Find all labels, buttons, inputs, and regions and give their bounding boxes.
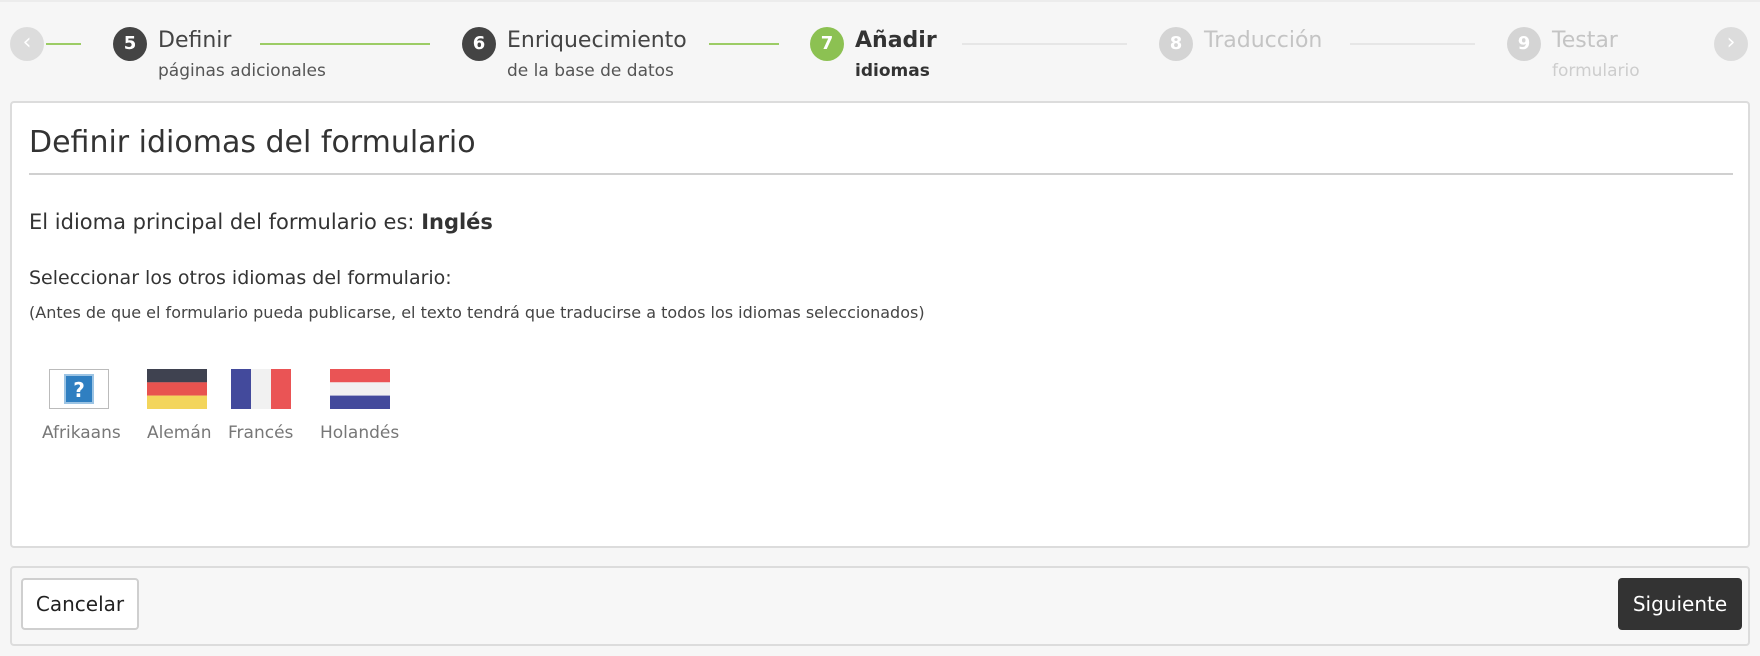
step-title: Testar — [1552, 28, 1618, 53]
main-language-prefix: El idioma principal del formulario es: — [29, 210, 415, 234]
main-language-text: El idioma principal del formulario es: I… — [29, 210, 493, 234]
language-name: Alemán — [147, 423, 212, 443]
step-number: 6 — [462, 27, 496, 61]
next-button[interactable]: Siguiente — [1618, 578, 1742, 630]
step-number: 9 — [1507, 27, 1541, 61]
step-connector — [1350, 43, 1475, 45]
wizard-stepper: ‹ 5 Definir páginas adicionales 6 Enriqu… — [0, 0, 1760, 96]
step-connector — [46, 43, 81, 45]
step-subtitle: idiomas — [855, 61, 930, 81]
step-number: 5 — [113, 27, 147, 61]
step-title: Añadir — [855, 28, 937, 53]
select-languages-note: (Antes de que el formulario pueda public… — [29, 303, 925, 322]
cancel-button[interactable]: Cancelar — [21, 578, 139, 630]
language-name: Afrikaans — [42, 423, 121, 443]
main-language-value: Inglés — [421, 210, 493, 234]
page-title: Definir idiomas del formulario — [29, 125, 476, 160]
step-title: Enriquecimiento — [507, 28, 687, 53]
step-connector — [260, 43, 430, 45]
language-name: Francés — [228, 423, 294, 443]
france-flag-icon — [231, 369, 291, 409]
chevron-left-icon[interactable]: ‹ — [10, 27, 44, 61]
step-subtitle: formulario — [1552, 61, 1640, 81]
divider — [29, 173, 1733, 175]
step-subtitle: de la base de datos — [507, 61, 674, 81]
step-connector — [962, 43, 1127, 45]
unknown-flag-icon: ? — [49, 369, 109, 409]
languages-panel: Definir idiomas del formulario El idioma… — [10, 101, 1750, 548]
svg-text:?: ? — [73, 378, 85, 402]
select-languages-label: Seleccionar los otros idiomas del formul… — [29, 267, 452, 289]
step-title: Traducción — [1204, 28, 1323, 53]
step-title: Definir — [158, 28, 232, 53]
chevron-right-icon[interactable]: › — [1714, 27, 1748, 61]
germany-flag-icon — [147, 369, 207, 409]
step-connector — [709, 43, 779, 45]
language-name: Holandés — [320, 423, 400, 443]
action-bar: Cancelar Siguiente — [10, 566, 1750, 646]
step-number: 7 — [810, 27, 844, 61]
step-number: 8 — [1159, 27, 1193, 61]
step-subtitle: páginas adicionales — [158, 61, 326, 81]
netherlands-flag-icon — [330, 369, 390, 409]
